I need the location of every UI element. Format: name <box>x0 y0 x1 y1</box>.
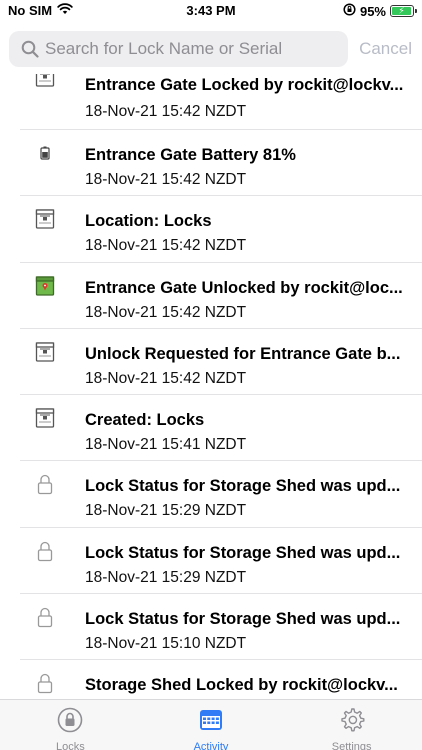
status-bar: No SIM 3:43 PM 95% ⚡ <box>0 0 422 22</box>
gate-icon <box>34 341 56 363</box>
battery-percent: 95% <box>359 3 386 19</box>
activity-row[interactable]: Created: Locks 18-Nov-21 15:41 NZDT <box>0 395 422 462</box>
activity-timestamp: 18-Nov-21 15:42 NZDT <box>85 369 247 387</box>
gate-icon <box>34 407 56 429</box>
activity-row[interactable]: Entrance Gate Battery 81% 18-Nov-21 15:42… <box>0 130 422 197</box>
orientation-lock-icon <box>343 3 356 19</box>
activity-timestamp: 18-Nov-21 15:10 NZDT <box>85 635 247 653</box>
activity-timestamp: 18-Nov-21 15:42 NZDT <box>85 171 247 188</box>
gate-unlocked-icon-graphic <box>35 275 55 296</box>
activity-row[interactable]: Lock Status for Storage Shed was upd... 1… <box>0 594 422 661</box>
tab-label-activity: Activity <box>193 741 229 750</box>
tab-activity[interactable]: Activity <box>141 700 282 750</box>
activity-title: Entrance Gate Unlocked by rockit@loc... <box>85 278 403 297</box>
gate-icon-graphic <box>35 74 55 87</box>
activity-title: Lock Status for Storage Shed was upd... <box>85 543 401 562</box>
gate-icon-graphic <box>35 342 55 362</box>
activity-title: Unlock Requested for Entrance Gate b... <box>85 344 401 363</box>
gate-unlocked-icon <box>34 275 56 297</box>
activity-timestamp: 18-Nov-21 15:42 NZDT <box>85 237 247 255</box>
padlock-icon-graphic <box>37 541 53 561</box>
activity-title: Entrance Gate Locked by rockit@lockv... <box>85 76 404 94</box>
activity-row[interactable]: Entrance Gate Unlocked by rockit@loc... 1… <box>0 263 422 329</box>
gate-icon-graphic <box>35 408 55 428</box>
activity-title: Location: Locks <box>85 212 212 231</box>
search-field[interactable] <box>9 31 348 67</box>
gate-icon <box>34 208 56 230</box>
padlock-icon <box>34 540 56 562</box>
activity-timestamp: 18-Nov-21 15:42 NZDT <box>85 103 247 120</box>
battery-icon <box>34 142 56 164</box>
padlock-icon-graphic <box>37 674 53 694</box>
tab-label-settings: Settings <box>331 741 372 750</box>
activity-row[interactable]: Lock Status for Storage Shed was upd... 1… <box>0 528 422 595</box>
gate-icon-graphic <box>35 209 55 229</box>
tab-bar: Locks Activity Settings <box>0 699 422 750</box>
activity-title: Lock Status for Storage Shed was upd... <box>85 477 401 496</box>
tab-locks[interactable]: Locks <box>0 700 141 750</box>
search-input[interactable] <box>45 31 348 67</box>
padlock-icon <box>34 672 56 694</box>
calendar-icon <box>198 707 224 738</box>
activity-title: Storage Shed Locked by rockit@lockv... <box>85 676 398 695</box>
activity-row[interactable]: Storage Shed Locked by rockit@lockv... <box>0 660 422 699</box>
activity-title: Entrance Gate Battery 81% <box>85 146 296 164</box>
activity-list[interactable]: Entrance Gate Locked by rockit@lockv... 1… <box>0 74 422 699</box>
activity-timestamp: 18-Nov-21 15:41 NZDT <box>85 436 247 454</box>
search-bar: Cancel <box>0 26 422 74</box>
tab-settings[interactable]: Settings <box>281 700 422 750</box>
padlock-icon <box>34 606 56 628</box>
activity-title: Lock Status for Storage Shed was upd... <box>85 610 401 629</box>
activity-timestamp: 18-Nov-21 15:29 NZDT <box>85 568 247 586</box>
battery-icon: ⚡ <box>390 5 417 17</box>
activity-row[interactable]: Lock Status for Storage Shed was upd... 1… <box>0 461 422 528</box>
search-icon <box>15 31 45 67</box>
gear-icon <box>339 707 365 738</box>
activity-row[interactable]: Location: Locks 18-Nov-21 15:42 NZDT <box>0 196 422 263</box>
gate-icon <box>34 74 56 88</box>
padlock-icon-graphic <box>37 607 53 628</box>
lock-circle-icon <box>57 707 83 738</box>
activity-row[interactable]: Unlock Requested for Entrance Gate b... 1… <box>0 329 422 396</box>
activity-timestamp: 18-Nov-21 15:42 NZDT <box>85 303 247 321</box>
activity-timestamp: 18-Nov-21 15:29 NZDT <box>85 502 247 520</box>
padlock-icon <box>34 473 56 495</box>
battery-icon-graphic <box>40 146 50 160</box>
padlock-icon-graphic <box>37 475 53 495</box>
activity-title: Created: Locks <box>85 411 205 430</box>
tab-label-locks: Locks <box>55 741 85 750</box>
activity-row[interactable]: Entrance Gate Locked by rockit@lockv... 1… <box>0 74 422 130</box>
cancel-button[interactable]: Cancel <box>359 39 412 59</box>
